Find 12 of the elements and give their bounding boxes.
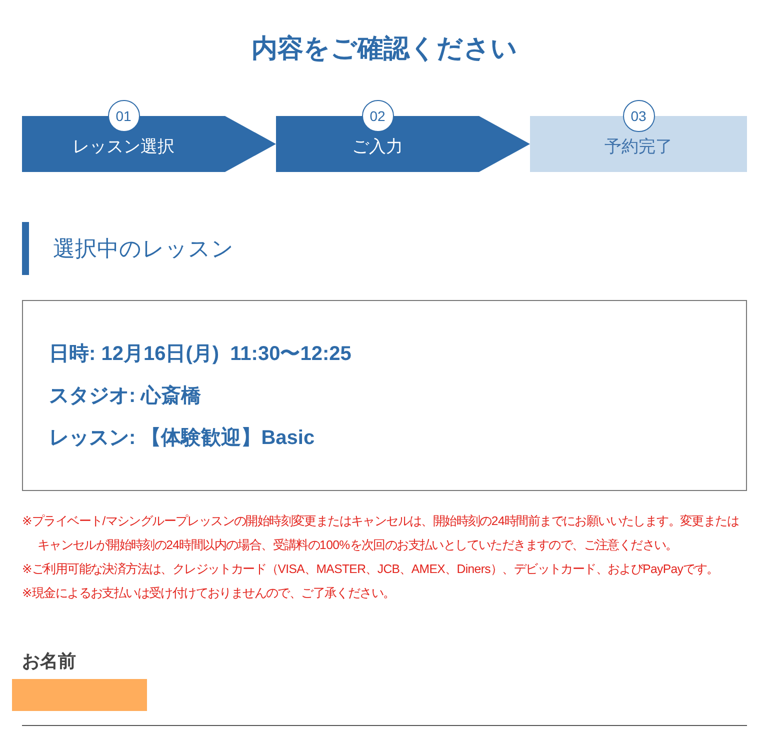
notice-text: ※プライベート/マシングループレッスンの開始時刻変更またはキャンセルは、開始時刻の24時間前までにお願いいたします。変更またはキャンセルが開始時刻の24時間以内の場合、受講料の100%を次回のお支払いとしていただきますので、ご注意ください。 [22, 513, 740, 554]
field-label: お名前 [22, 650, 76, 673]
lesson-detail: スタジオ: 心斎橋 [49, 384, 202, 409]
page-title: 内容をご確認ください [250, 33, 518, 63]
step-number: 02 [362, 100, 394, 132]
lesson-detail: レッスン: 【体験歓迎】Basic [49, 426, 315, 451]
notice-text: ※ご利用可能な決済方法は、クレジットカード（VISA、MASTER、JCB、AMEX、Diners）、デビットカード、およびPayPayです。 [22, 561, 720, 578]
step-number: 01 [108, 100, 140, 132]
step-number: 03 [622, 100, 654, 132]
lesson-detail: 日時: 12月16日(月) 11:30〜12:25 [49, 342, 352, 367]
notice-text: ※現金によるお支払いは受け付けておりませんので、ご了承ください。 [22, 585, 396, 602]
section-heading: 選択中のレッスン [22, 222, 747, 275]
